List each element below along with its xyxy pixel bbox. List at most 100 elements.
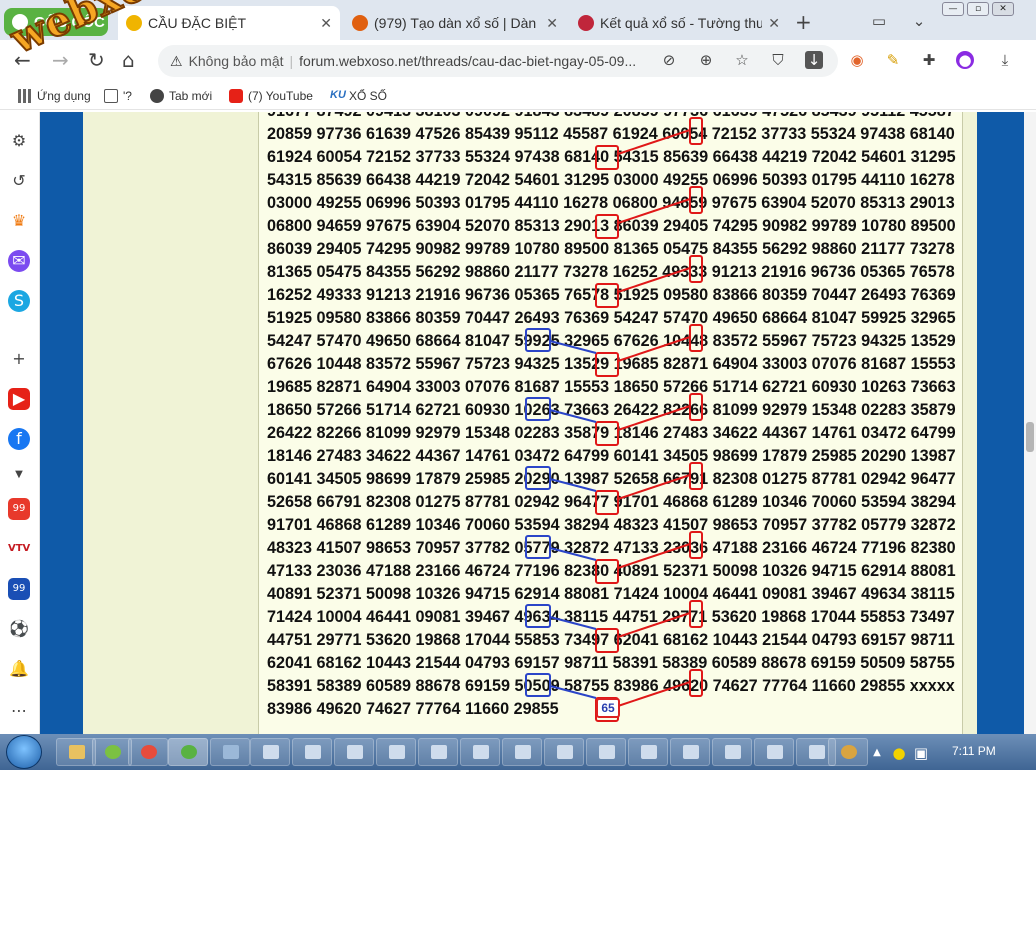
tab-title: Kết quả xổ số - Tường thu: [600, 15, 763, 31]
result-box: 65: [596, 698, 620, 718]
taskbar-chrome[interactable]: [128, 738, 168, 766]
highlight-box: [595, 283, 619, 308]
taskbar-window[interactable]: [544, 738, 584, 766]
connector-line: [617, 543, 691, 569]
apps-icon: [18, 89, 32, 103]
vertical-scrollbar[interactable]: [1024, 112, 1036, 734]
highlight-box: [525, 466, 551, 490]
taskbar-window[interactable]: [586, 738, 626, 766]
close-tab-icon[interactable]: ✕: [320, 15, 332, 32]
bookmark-xo-so[interactable]: KU XỔ SỐ: [330, 89, 387, 103]
close-window-button[interactable]: ✕: [992, 2, 1014, 16]
add-sidebar-icon[interactable]: +: [8, 348, 30, 370]
facebook-icon[interactable]: f: [8, 428, 30, 450]
vtv-go-icon[interactable]: VTV: [8, 538, 30, 560]
bookmark-label: Ứng dụng: [37, 89, 91, 103]
taskbar-window[interactable]: [418, 738, 458, 766]
new-tab-button[interactable]: +: [795, 10, 812, 34]
taskbar-window[interactable]: [250, 738, 290, 766]
coccoc-extension-icon[interactable]: ◉: [848, 51, 866, 69]
tab-ket-qua[interactable]: Kết quả xổ số - Tường thu ✕: [570, 6, 788, 40]
crown-icon[interactable]: ♛: [8, 210, 30, 232]
notification-bell-icon[interactable]: 🔔: [8, 658, 30, 680]
chevron-down-icon[interactable]: ▼: [8, 464, 30, 486]
bookmark-star-icon[interactable]: ☆: [733, 51, 751, 69]
highlight-box: [595, 145, 619, 170]
taskbar-paint[interactable]: [210, 738, 250, 766]
downloads-icon[interactable]: ⤓: [996, 51, 1014, 69]
window-icon: [431, 745, 447, 759]
window-icon: [599, 745, 615, 759]
taskbar-explorer[interactable]: [56, 738, 96, 766]
taskbar-app[interactable]: [92, 738, 132, 766]
highlight-box: [689, 462, 703, 490]
bookmark-new-tab[interactable]: Tab mới: [150, 89, 212, 103]
network-icon[interactable]: ▣: [912, 744, 930, 762]
start-button[interactable]: [6, 735, 42, 769]
divider: |: [289, 53, 294, 69]
tab-tao-dan[interactable]: (979) Tạo dàn xổ số | Dàn đ ✕: [344, 6, 566, 40]
bookmark-youtube[interactable]: (7) YouTube: [229, 89, 313, 103]
highlight-box: [595, 490, 619, 515]
bookmark-folder[interactable]: '?: [104, 89, 132, 103]
connector-line: [549, 547, 597, 561]
extensions-puzzle-icon[interactable]: ✚: [920, 51, 938, 69]
navigation-bar: ← → ↻ ⌂ ⚠ Không bảo mật | forum.webxoso.…: [0, 40, 1036, 82]
taskbar-window[interactable]: [670, 738, 710, 766]
window-icon: [515, 745, 531, 759]
bookmark-apps[interactable]: Ứng dụng: [18, 89, 91, 103]
tab-search-icon[interactable]: ▭: [870, 12, 888, 30]
pencil-icon[interactable]: ✎: [884, 51, 902, 69]
scrollbar-thumb[interactable]: [1026, 422, 1034, 452]
taskbar-window[interactable]: [502, 738, 542, 766]
window-icon: [809, 745, 825, 759]
connector-line: [549, 340, 597, 354]
taskbar-window[interactable]: [712, 738, 752, 766]
home-icon[interactable]: ⌂: [122, 48, 135, 72]
clock[interactable]: 7:11 PM: [952, 744, 996, 758]
tab-strip: CỐC CỐC CẦU ĐẶC BIỆT ✕ (979) Tạo dàn xổ …: [0, 0, 1036, 40]
taskbar-window[interactable]: [754, 738, 794, 766]
taskbar-window[interactable]: [460, 738, 500, 766]
security-status[interactable]: Không bảo mật: [189, 53, 284, 69]
warning-triangle-icon: ⚠: [170, 52, 183, 69]
shield-icon[interactable]: ⛉: [769, 51, 787, 69]
reload-icon[interactable]: ↻: [88, 48, 105, 72]
messenger-icon[interactable]: ✉: [8, 250, 30, 272]
taskbar-control[interactable]: [828, 738, 868, 766]
minimize-window-button[interactable]: —: [942, 2, 964, 16]
maximize-window-button[interactable]: ▫: [967, 2, 989, 16]
close-tab-icon[interactable]: ✕: [546, 15, 558, 32]
profile-avatar-icon[interactable]: ●: [956, 51, 974, 69]
window-icon: [683, 745, 699, 759]
zoom-icon[interactable]: ⊕: [697, 51, 715, 69]
taskbar-window[interactable]: [376, 738, 416, 766]
connector-line: [617, 267, 691, 293]
highlight-box: [595, 559, 619, 584]
screenshot: CỐC CỐC CẦU ĐẶC BIỆT ✕ (979) Tạo dàn xổ …: [0, 0, 1036, 952]
taskbar-window[interactable]: [628, 738, 668, 766]
tab-cau-dac-biet[interactable]: CẦU ĐẶC BIỆT ✕: [118, 6, 340, 40]
connector-line: [549, 478, 597, 492]
football-icon[interactable]: ⚽: [8, 618, 30, 640]
more-options-icon[interactable]: ⋯: [8, 700, 30, 722]
url-text[interactable]: forum.webxoso.net/threads/cau-dac-biet-n…: [299, 53, 636, 69]
tray-expand-icon[interactable]: ▲: [868, 744, 886, 762]
taskbar-window[interactable]: [334, 738, 374, 766]
taskbar-coccoc[interactable]: [168, 738, 208, 766]
close-tab-icon[interactable]: ✕: [768, 15, 780, 32]
taskbar-window[interactable]: [292, 738, 332, 766]
download-page-icon[interactable]: ↓: [805, 51, 823, 69]
blocked-popup-icon[interactable]: ⊘: [660, 51, 678, 69]
highlight-box: [595, 214, 619, 239]
minimize-chevron-icon[interactable]: ⌄: [910, 12, 928, 30]
tray-app-icon[interactable]: ●: [890, 744, 908, 762]
skype-icon[interactable]: S: [8, 290, 30, 312]
settings-gear-icon[interactable]: ⚙: [8, 130, 30, 152]
forward-arrow-icon[interactable]: →: [52, 48, 69, 72]
highlight-box: [595, 421, 619, 446]
history-icon[interactable]: ↺: [8, 170, 30, 192]
shop99-icon[interactable]: 99: [8, 498, 30, 520]
youtube-sidebar-icon[interactable]: ▶: [8, 388, 30, 410]
tiki-icon[interactable]: 99: [8, 578, 30, 600]
